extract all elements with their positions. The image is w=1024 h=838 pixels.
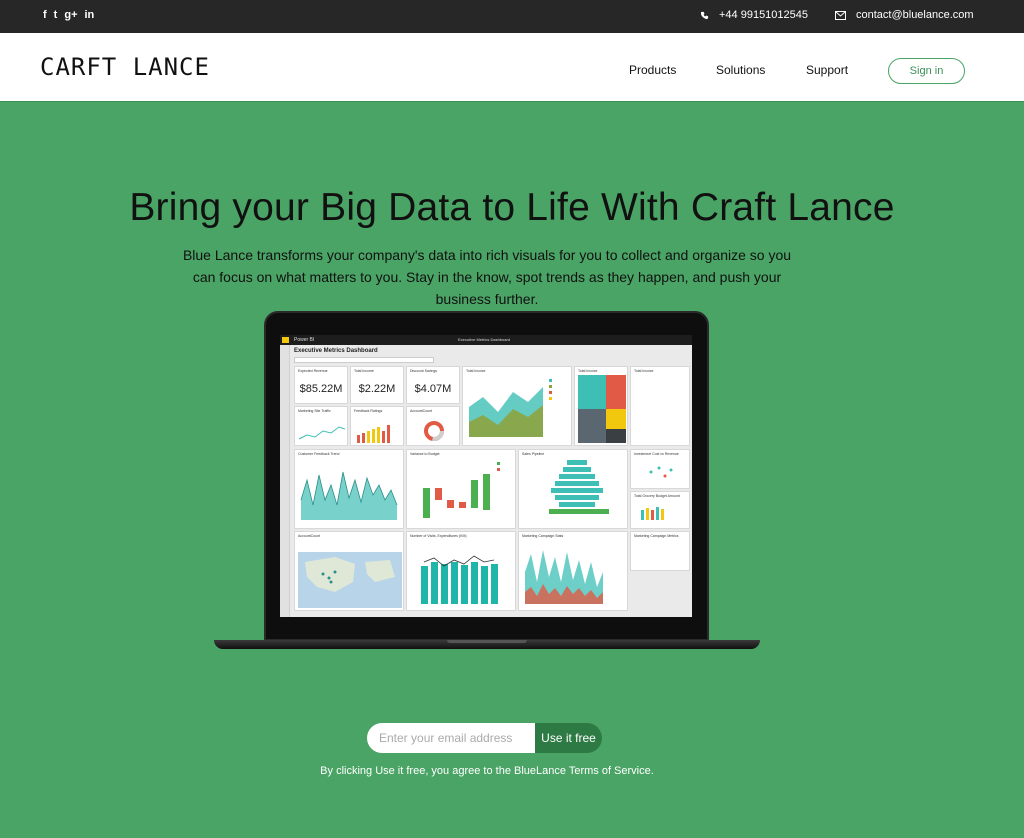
kpi-tile: Discount Savings $4.07M <box>406 366 460 404</box>
feedback-trend-tile: Customer Feedback Trend <box>294 449 404 529</box>
variance-tile: Variance to Budget <box>406 449 516 529</box>
bar-chart <box>357 425 390 443</box>
power-bi-icon <box>282 337 289 343</box>
investment-tile: Investment Cost vs Revenue <box>630 449 690 489</box>
phone-icon <box>700 11 709 19</box>
campaign-metrics-tile: Marketing Campaign Metrics <box>630 531 690 571</box>
tile-title: Marketing Campaign Stats <box>522 534 564 538</box>
terms-notice: By clicking Use it free, you agree to th… <box>320 765 654 777</box>
sign-in-button[interactable]: Sign in <box>888 58 965 84</box>
laptop-image: Power BI Executive Metrics Dashboard Exe… <box>214 311 760 654</box>
tile-title: Total Invoice <box>578 369 598 373</box>
scatter-chart <box>649 466 673 478</box>
nav-support[interactable]: Support <box>806 63 848 77</box>
area-line-chart <box>300 471 398 520</box>
tile-title: Total Invoice <box>466 369 486 373</box>
grocery-budget-tile: Total Grocery Budget Amount <box>630 491 690 529</box>
laptop-notch <box>447 640 527 643</box>
kpi-label: Total Income <box>354 369 374 373</box>
dashboard-name: Executive Metrics Dashboard <box>458 337 511 342</box>
phone-contact[interactable]: +44 99151012545 <box>700 9 808 21</box>
stacked-area-chart <box>525 550 603 604</box>
campaign-stats-tile: Marketing Campaign Stats <box>518 531 628 611</box>
traffic-tile: Marketing Site Traffic <box>294 406 348 446</box>
line-chart <box>298 426 346 440</box>
tile-title: Marketing Campaign Metrics <box>634 534 679 538</box>
dashboard-qa-box <box>294 357 434 363</box>
app-name: Power BI <box>294 337 315 343</box>
map-tile: AccountCount <box>294 531 404 611</box>
email-input[interactable] <box>367 723 537 753</box>
tile-title: Total Grocery Budget Amount <box>634 494 680 498</box>
dashboard-topbar: Power BI Executive Metrics Dashboard <box>280 335 692 345</box>
tile-title: Number of Visits, Expenditures (KM) <box>410 534 467 538</box>
tile-title: AccountCount <box>298 534 320 538</box>
tile-title: Feedback Ratings <box>354 409 383 413</box>
kpi-value: $4.07M <box>414 383 452 395</box>
tile-title: Investment Cost vs Revenue <box>634 452 679 456</box>
nav-solutions[interactable]: Solutions <box>716 63 765 77</box>
logo[interactable]: CARFT LANCE <box>40 53 210 81</box>
dashboard-sidebar <box>280 345 290 617</box>
linkedin-icon[interactable]: in <box>85 9 95 21</box>
google-plus-icon[interactable]: g+ <box>64 9 77 21</box>
kpi-label: Expected Revenue <box>298 369 328 373</box>
map-chart <box>298 552 402 608</box>
email-address: contact@bluelance.com <box>856 9 974 21</box>
twitter-icon[interactable]: t <box>54 9 58 21</box>
hero-title: Bring your Big Data to Life With Craft L… <box>129 186 895 229</box>
legend-tile: Total Invoice <box>630 366 690 446</box>
dashboard-screenshot: Power BI Executive Metrics Dashboard Exe… <box>280 335 692 617</box>
dashboard-title: Executive Metrics Dashboard <box>294 348 378 354</box>
kpi-label: Discount Savings <box>410 369 438 373</box>
area-chart <box>469 379 552 437</box>
tile-title: Customer Feedback Trend <box>298 452 340 456</box>
tile-title: AccountCount <box>410 409 432 413</box>
phone-number: +44 99151012545 <box>719 9 809 21</box>
sales-pipeline-tile: Sales Pipeline <box>518 449 628 529</box>
laptop-lid: Power BI Executive Metrics Dashboard Exe… <box>264 311 709 641</box>
email-contact[interactable]: contact@bluelance.com <box>835 9 974 21</box>
donut-chart <box>424 421 444 441</box>
funnel-chart <box>549 460 609 514</box>
visits-tile: Number of Visits, Expenditures (KM) <box>406 531 516 611</box>
area-chart-tile: Total Invoice <box>462 366 572 446</box>
envelope-icon <box>835 10 846 20</box>
signup-form: Use it free <box>367 723 602 753</box>
treemap-chart <box>578 375 626 443</box>
tile-title: Variance to Budget <box>410 452 440 456</box>
kpi-tile: Total Income $2.22M <box>350 366 404 404</box>
donut-tile: AccountCount <box>406 406 460 446</box>
ratings-tile: Feedback Ratings <box>350 406 404 446</box>
social-links: f t g+ in <box>43 9 94 21</box>
main-nav: CARFT LANCE Products Solutions Support S… <box>0 33 1024 102</box>
tile-title: Total Invoice <box>634 369 654 373</box>
hero-subtitle: Blue Lance transforms your company's dat… <box>182 247 792 307</box>
waterfall-chart <box>423 462 500 518</box>
kpi-value: $2.22M <box>358 383 396 395</box>
tile-title: Sales Pipeline <box>522 452 545 456</box>
facebook-icon[interactable]: f <box>43 9 47 21</box>
use-it-free-button[interactable]: Use it free <box>535 723 602 753</box>
nav-products[interactable]: Products <box>629 63 676 77</box>
kpi-tile: Expected Revenue $85.22M <box>294 366 348 404</box>
tile-title: Marketing Site Traffic <box>298 409 331 413</box>
top-bar: f t g+ in +44 99151012545 contact@bluela… <box>0 0 1024 33</box>
treemap-tile: Total Invoice <box>574 366 628 446</box>
kpi-value: $85.22M <box>299 383 343 395</box>
combo-chart <box>421 555 498 604</box>
